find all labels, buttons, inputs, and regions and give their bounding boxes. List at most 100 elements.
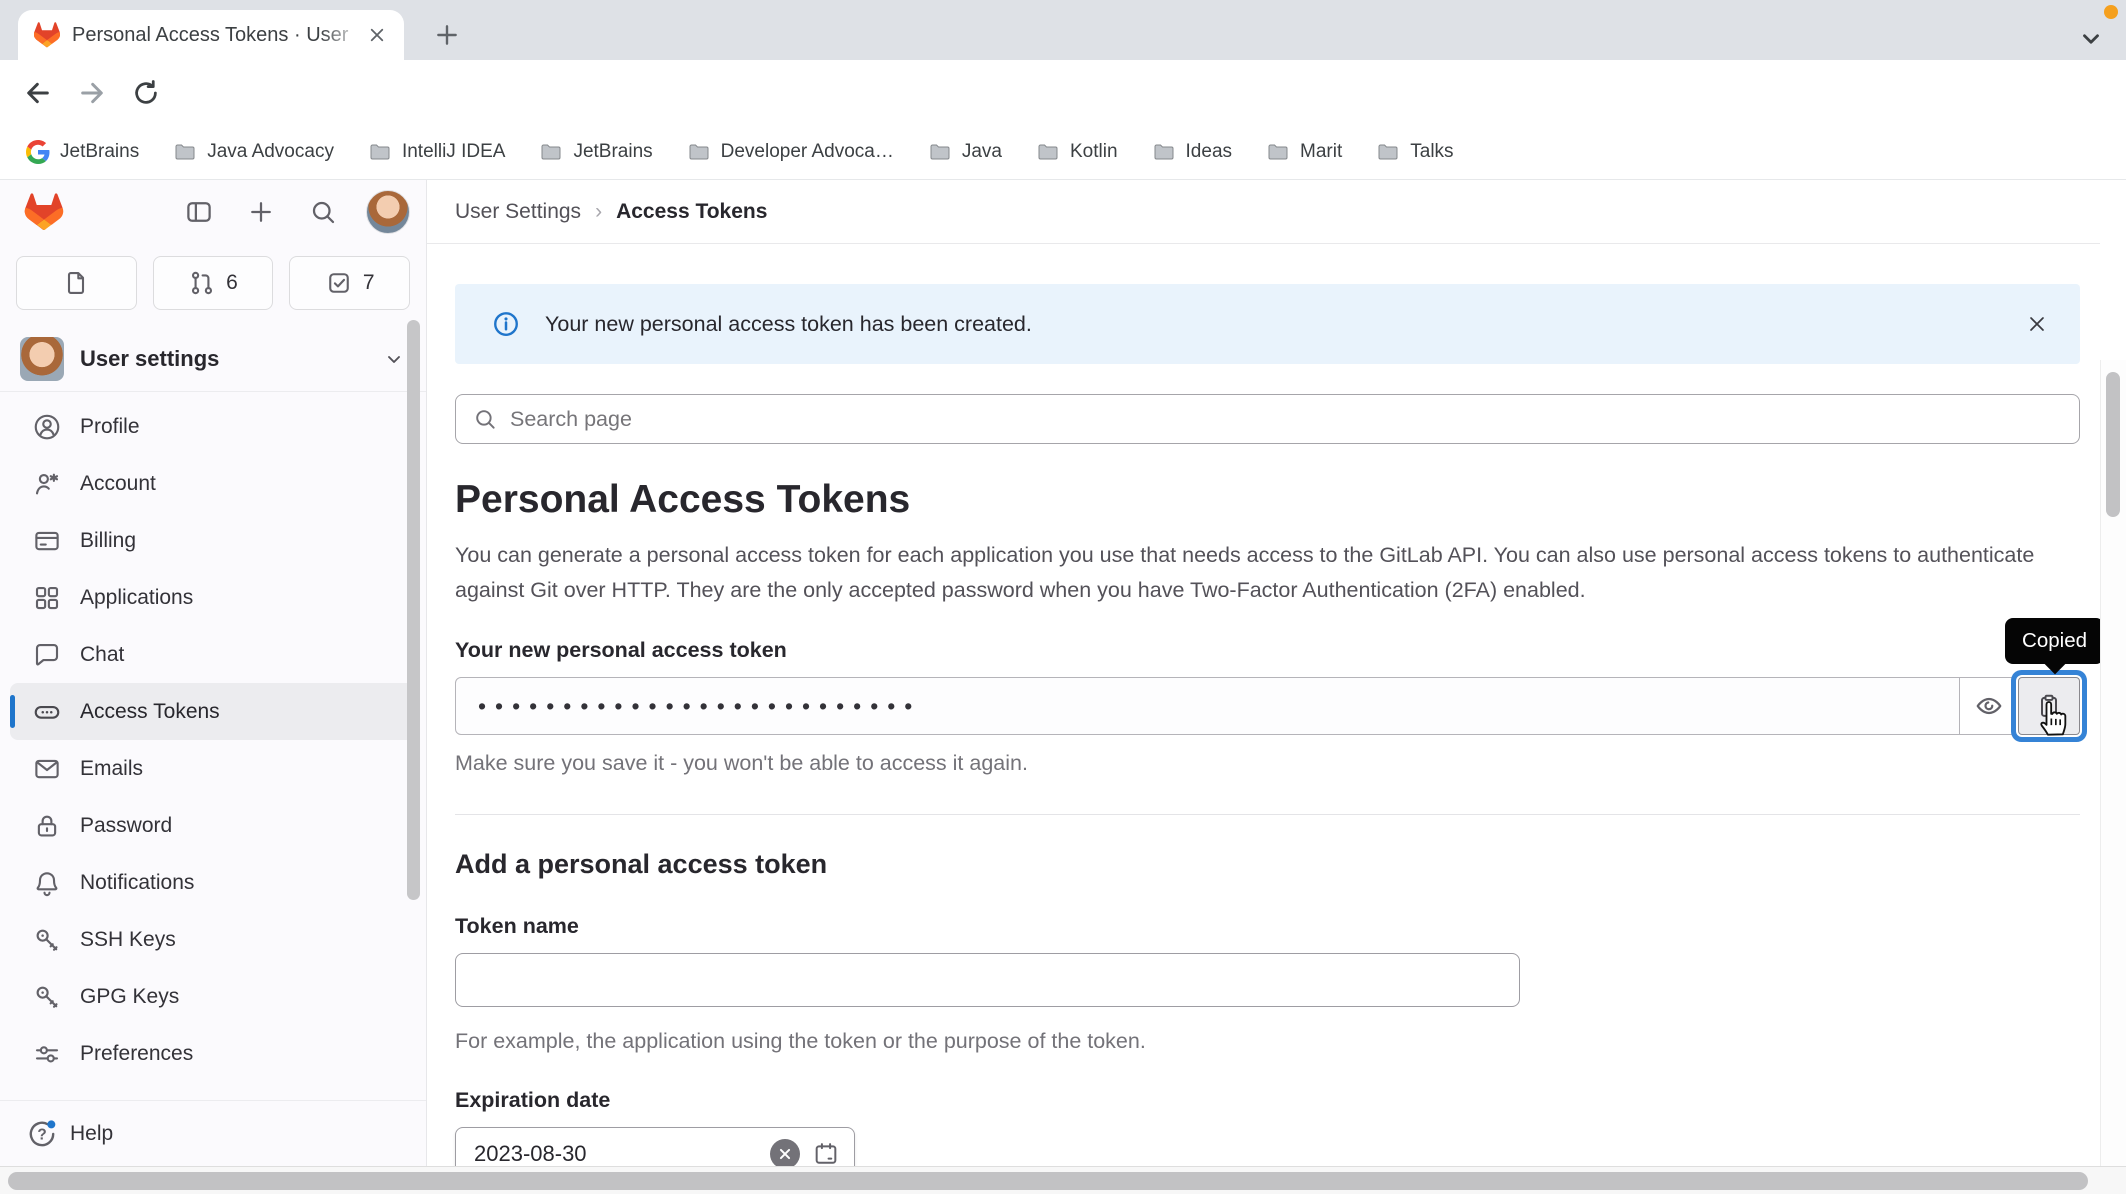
sidebar-item-account[interactable]: Account xyxy=(10,455,416,512)
search-icon xyxy=(476,410,495,429)
bookmark-folder-ideas[interactable]: Ideas xyxy=(1152,140,1232,164)
sidebar-item-label: Profile xyxy=(80,414,140,438)
browser-window: Personal Access Tokens · User gitlab.c xyxy=(0,0,2126,1194)
folder-icon xyxy=(541,144,561,160)
create-new-icon[interactable] xyxy=(242,193,280,231)
bookmark-label: Java xyxy=(961,141,1002,162)
chat-icon xyxy=(35,643,59,665)
page-horizontal-scrollbar[interactable] xyxy=(8,1172,2088,1190)
bookmark-label: IntelliJ IDEA xyxy=(401,141,506,162)
folder-icon xyxy=(370,144,390,160)
sidebar-item-gpg-keys[interactable]: GPG Keys xyxy=(10,968,416,1025)
sidebar-help-button[interactable]: ? Help xyxy=(0,1100,426,1166)
sidebar-item-chat[interactable]: Chat xyxy=(10,626,416,683)
bookmark-folder-talks[interactable]: Talks xyxy=(1376,140,1454,164)
browser-tab[interactable]: Personal Access Tokens · User xyxy=(18,10,404,60)
sidebar-item-profile[interactable]: Profile xyxy=(10,398,416,455)
google-favicon xyxy=(26,140,50,164)
sidebar-item-emails[interactable]: Emails xyxy=(10,740,416,797)
access-tokens-icon xyxy=(34,705,60,719)
merge-request-icon xyxy=(192,271,213,295)
folder-icon xyxy=(1154,144,1174,160)
expiration-date-value[interactable]: 2023-08-30 xyxy=(474,1141,758,1167)
sidebar-collapse-icon[interactable] xyxy=(180,193,218,231)
bookmark-folder-intellij-idea[interactable]: IntelliJ IDEA xyxy=(368,140,505,164)
bookmark-folder-java-advocacy[interactable]: Java Advocacy xyxy=(173,140,334,164)
bookmark-folder-jetbrains[interactable]: JetBrains xyxy=(539,140,653,164)
sidebar-item-billing[interactable]: Billing xyxy=(10,512,416,569)
new-token-group: •••••••••••••••••••••••••• Copied xyxy=(455,618,2104,736)
section-divider xyxy=(455,814,2080,815)
gitlab-logo[interactable] xyxy=(24,193,64,231)
sidebar-scrollbar[interactable] xyxy=(407,320,420,900)
bookmark-label: Ideas xyxy=(1185,141,1233,162)
sidebar-item-label: Billing xyxy=(80,528,137,552)
sidebar-item-label: Access Tokens xyxy=(80,699,220,723)
folder-icon xyxy=(1268,144,1288,160)
folder-icon xyxy=(175,144,195,160)
preferences-sliders-icon xyxy=(35,1045,59,1062)
tab-close-icon[interactable] xyxy=(364,22,390,48)
bookmark-jetbrains[interactable]: JetBrains xyxy=(26,140,139,164)
issues-shortcut-button[interactable] xyxy=(16,256,137,310)
emails-icon xyxy=(35,759,59,778)
reveal-token-button[interactable] xyxy=(1960,677,2018,735)
bookmark-folder-kotlin[interactable]: Kotlin xyxy=(1036,140,1118,164)
user-avatar[interactable] xyxy=(366,190,410,234)
user-settings-avatar xyxy=(20,336,64,381)
bookmark-folder-marit[interactable]: Marit xyxy=(1266,140,1342,164)
page-horizontal-scrollbar-track xyxy=(0,1166,2126,1194)
sidebar-item-notifications[interactable]: Notifications xyxy=(10,854,416,911)
todo-check-icon xyxy=(329,273,349,293)
folder-icon xyxy=(1378,144,1398,160)
clear-date-icon[interactable] xyxy=(770,1139,800,1169)
merge-requests-shortcut-button[interactable]: 6 xyxy=(152,256,274,310)
back-button[interactable] xyxy=(18,73,58,113)
copy-token-button[interactable]: Copied xyxy=(2005,618,2104,736)
eye-icon xyxy=(1976,697,2001,715)
bookmark-label: Talks xyxy=(1410,141,1454,162)
breadcrumb-parent[interactable]: User Settings xyxy=(455,200,581,224)
tab-search-chevron-icon[interactable] xyxy=(2078,26,2104,52)
new-tab-button[interactable] xyxy=(428,16,466,54)
sidebar-context-header[interactable]: User settings xyxy=(0,326,426,392)
sidebar-item-ssh-keys[interactable]: SSH Keys xyxy=(10,911,416,968)
new-token-label: Your new personal access token xyxy=(455,638,787,662)
page-content: Your new personal access token has been … xyxy=(427,244,2104,1181)
sidebar-item-preferences[interactable]: Preferences xyxy=(10,1025,416,1082)
sidebar-item-password[interactable]: Password xyxy=(10,797,416,854)
sidebar-context-title: User settings xyxy=(80,345,220,371)
sidebar-item-label: Emails xyxy=(80,756,144,780)
sidebar-item-label: SSH Keys xyxy=(80,927,176,951)
search-icon[interactable] xyxy=(304,193,342,231)
bookmark-folder-developer-advocacy[interactable]: Developer Advoca… xyxy=(687,140,894,164)
sidebar-item-access-tokens[interactable]: Access Tokens xyxy=(10,683,416,740)
gitlab-favicon xyxy=(34,22,60,48)
password-lock-icon xyxy=(37,815,57,836)
reload-button[interactable] xyxy=(126,73,166,113)
copied-tooltip: Copied xyxy=(2005,618,2104,664)
account-icon xyxy=(35,473,59,494)
page-search-box[interactable] xyxy=(455,394,2080,444)
bookmark-folder-java[interactable]: Java xyxy=(928,140,1002,164)
info-icon xyxy=(494,312,518,336)
browser-toolbar: gitlab.com/-/profile/personal_access_tok… xyxy=(0,60,2126,178)
todos-shortcut-button[interactable]: 7 xyxy=(289,256,411,310)
sidebar-item-label: GPG Keys xyxy=(80,984,180,1008)
bookmark-label: Developer Advoca… xyxy=(720,141,894,162)
alert-close-icon[interactable] xyxy=(2020,307,2054,341)
token-name-input[interactable] xyxy=(455,953,1520,1007)
todos-count: 7 xyxy=(362,271,375,294)
forward-button[interactable] xyxy=(72,73,112,113)
search-input[interactable] xyxy=(510,406,2063,432)
calendar-icon[interactable] xyxy=(812,1140,840,1168)
page-description: You can generate a personal access token… xyxy=(455,543,2035,602)
sidebar-item-label: Preferences xyxy=(80,1041,194,1065)
billing-icon xyxy=(35,531,59,550)
sidebar-item-label: Account xyxy=(80,471,156,495)
new-token-value[interactable]: •••••••••••••••••••••••••• xyxy=(455,677,1960,735)
page-vertical-scrollbar[interactable] xyxy=(2106,372,2120,517)
token-created-alert: Your new personal access token has been … xyxy=(455,284,2080,364)
issues-icon xyxy=(68,272,85,294)
sidebar-item-applications[interactable]: Applications xyxy=(10,569,416,626)
